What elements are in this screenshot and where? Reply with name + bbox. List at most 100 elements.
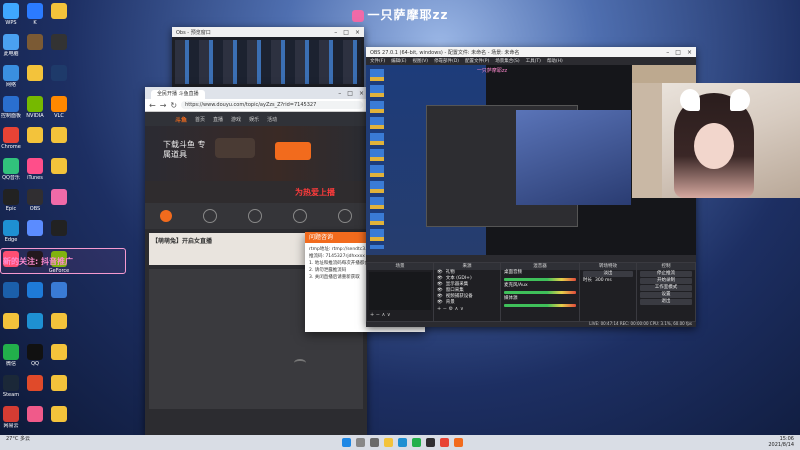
obs-menu-item[interactable]: 编辑(E)	[391, 58, 406, 64]
mixer-channel: 媒体源	[501, 296, 579, 307]
obs-menu-item[interactable]: 视图(V)	[412, 58, 428, 64]
file-explorer-icon[interactable]	[384, 438, 393, 447]
desktop-icon[interactable]	[42, 3, 76, 20]
site-nav-item[interactable]: 活动	[267, 117, 277, 123]
site-nav-item[interactable]: 娱乐	[249, 117, 259, 123]
projector-titlebar[interactable]: Obs - 预览窗口 – □ ×	[172, 27, 364, 37]
add-icon[interactable]: +	[437, 306, 441, 312]
feature-icon[interactable]	[160, 210, 173, 222]
up-icon[interactable]: ∧	[382, 312, 386, 318]
control-button[interactable]: 设置	[640, 292, 692, 298]
task-view-icon[interactable]	[370, 438, 379, 447]
start-icon[interactable]	[342, 438, 351, 447]
app-icon	[27, 375, 43, 391]
close-icon[interactable]: ×	[687, 49, 692, 56]
weather-widget[interactable]: 27°C 多云	[6, 437, 30, 442]
maximize-icon[interactable]: □	[347, 90, 353, 97]
feature-icon[interactable]	[247, 209, 262, 223]
clock[interactable]: 15:06 2021/8/14	[760, 436, 794, 448]
desktop-icon[interactable]	[42, 313, 76, 330]
douyu-taskbar-icon[interactable]	[454, 438, 463, 447]
obs-menu-item[interactable]: 工具(T)	[526, 58, 541, 64]
obs-menu-item[interactable]: 文件(F)	[370, 58, 385, 64]
desktop-icon[interactable]	[42, 158, 76, 175]
app-icon	[51, 3, 67, 19]
volume-meter[interactable]	[504, 278, 576, 281]
app-icon	[27, 65, 43, 81]
add-icon[interactable]: +	[370, 312, 374, 318]
feature-icon[interactable]	[203, 209, 218, 223]
minimize-icon[interactable]: –	[666, 49, 669, 56]
desktop-icon-label: Edge	[4, 237, 18, 243]
gear-icon[interactable]: ⚙	[449, 306, 453, 312]
minimize-icon[interactable]: –	[334, 29, 337, 36]
chrome-icon[interactable]	[440, 438, 449, 447]
site-nav-item[interactable]: 游戏	[231, 117, 241, 123]
scenes-list[interactable]	[369, 272, 431, 310]
control-button[interactable]: 停止推流	[640, 271, 692, 277]
preview-title-text: 一只萨摩耶zz	[476, 68, 508, 74]
wechat-icon[interactable]	[412, 438, 421, 447]
taskbar: 27°C 多云 15:06 2021/8/14	[0, 435, 800, 450]
obs-menu-item[interactable]: 帮助(H)	[547, 58, 563, 64]
search-icon[interactable]	[356, 438, 365, 447]
down-icon[interactable]: ∨	[387, 312, 391, 318]
refresh-icon[interactable]: ↻	[170, 101, 177, 110]
maximize-icon[interactable]: □	[675, 49, 681, 56]
obs-menu-item[interactable]: 配置文件(P)	[465, 58, 489, 64]
back-icon[interactable]: ←	[149, 101, 156, 110]
edge-icon[interactable]	[398, 438, 407, 447]
site-nav-item[interactable]: 首页	[195, 117, 205, 123]
feature-row	[145, 203, 367, 229]
desktop-icon[interactable]	[42, 127, 76, 144]
app-icon	[3, 158, 19, 174]
browser-tab[interactable]: 全民开播 斗鱼直播	[151, 90, 205, 99]
obs-titlebar[interactable]: OBS 27.0.1 (64-bit, windows) - 配置文件: 未命名…	[366, 47, 696, 57]
douyu-logo[interactable]: 斗鱼	[175, 115, 187, 124]
site-nav-item[interactable]: 直播	[213, 117, 223, 123]
maximize-icon[interactable]: □	[343, 29, 349, 36]
down-icon[interactable]: ∨	[460, 306, 464, 312]
address-bar[interactable]: https://www.douyu.com/topic/ayZzs_Z?rid=…	[181, 101, 363, 109]
desktop-icon[interactable]	[42, 65, 76, 82]
obs-menu-item[interactable]: 停靠部件(D)	[434, 58, 459, 64]
control-button[interactable]: 工作室模式	[640, 285, 692, 291]
desktop-icon[interactable]	[42, 282, 76, 299]
feature-icon[interactable]	[337, 209, 352, 223]
forward-icon[interactable]: →	[160, 101, 167, 110]
close-icon[interactable]: ×	[359, 90, 364, 97]
volume-meter[interactable]	[504, 291, 576, 294]
controls-header: 控制	[637, 263, 695, 270]
desktop-icon[interactable]	[42, 344, 76, 361]
control-button[interactable]: 开始录制	[640, 278, 692, 284]
desktop-icon[interactable]	[42, 220, 76, 237]
desktop-icon[interactable]	[42, 406, 76, 423]
desktop-icon[interactable]	[42, 189, 76, 206]
remove-icon[interactable]: −	[376, 312, 380, 318]
desktop-icon[interactable]	[42, 375, 76, 392]
control-button[interactable]: 退出	[640, 299, 692, 305]
follow-alert-text: 新的关注: 抖音推广	[3, 257, 73, 266]
duration-input[interactable]: 300 ms	[595, 278, 612, 284]
sources-list[interactable]: 👁 礼物 👁 文本 (GDI+) 👁 显示器采集 👁 窗口采集 👁 视频捕获设备 👁 背景	[434, 270, 500, 306]
close-icon[interactable]: ×	[355, 29, 360, 36]
up-icon[interactable]: ∧	[455, 306, 459, 312]
feature-icon[interactable]	[292, 209, 307, 223]
obs-taskbar-icon[interactable]	[426, 438, 435, 447]
app-icon	[51, 375, 67, 391]
obs-statusbar: LIVE: 00:47:14 REC: 00:00:00 CPU: 3.1%, …	[589, 321, 692, 326]
volume-meter[interactable]	[504, 304, 576, 307]
preview-nested-obs	[516, 110, 631, 205]
transition-select[interactable]: 淡出	[583, 271, 633, 277]
site-nav-list: 首页 直播 游戏 娱乐 活动	[195, 116, 285, 123]
desktop-icon[interactable]: VLC	[42, 96, 76, 119]
obs-projector-window[interactable]: Obs - 预览窗口 – □ ×	[172, 27, 364, 89]
mixer-channel-label: 麦克风/Aux	[504, 283, 528, 288]
obs-menu-item[interactable]: 场景集合(S)	[495, 58, 519, 64]
minimize-icon[interactable]: –	[338, 90, 341, 97]
remove-icon[interactable]: −	[443, 306, 447, 312]
streamer-logo-icon	[351, 9, 364, 22]
promo-text: 下载斗鱼 专属道具	[163, 140, 206, 159]
app-icon	[3, 375, 19, 391]
desktop-icon[interactable]	[42, 34, 76, 51]
